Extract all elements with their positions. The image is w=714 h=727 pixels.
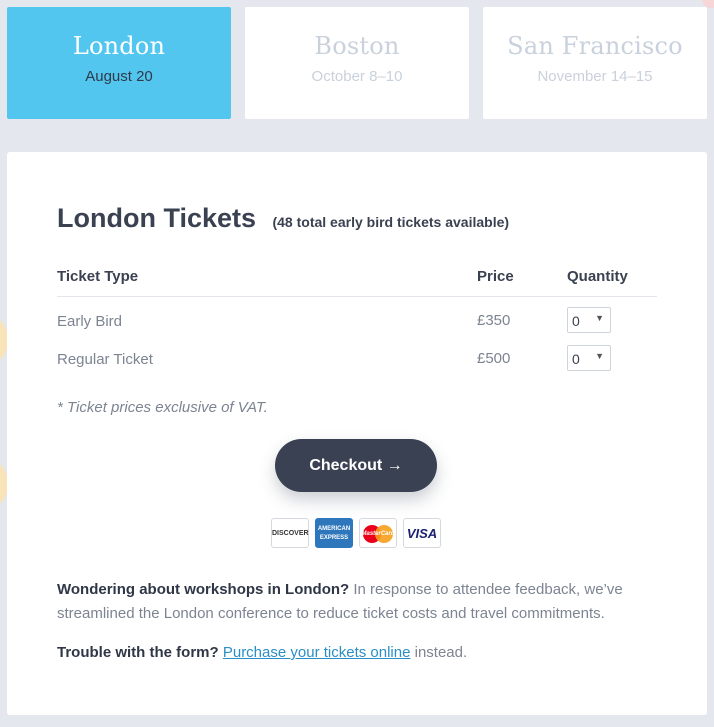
amex-card-icon: AMERICAN EXPRESS xyxy=(315,518,353,548)
column-header-price: Price xyxy=(477,268,514,285)
quantity-select[interactable]: 0 ▼ xyxy=(567,307,611,333)
city-tab-name: San Francisco xyxy=(507,32,683,60)
city-tab-london[interactable]: London August 20 xyxy=(7,7,231,119)
ticket-type: Early Bird xyxy=(57,313,123,330)
city-tab-name: Boston xyxy=(314,32,400,60)
city-tab-date: October 8–10 xyxy=(311,68,403,85)
city-tab-date: November 14–15 xyxy=(537,68,653,85)
vat-note: * Ticket prices exclusive of VAT. xyxy=(57,399,268,416)
discover-card-icon: DISCOVER xyxy=(271,518,309,548)
form-help-suffix: instead. xyxy=(410,644,468,661)
mastercard-icon: MasterCard xyxy=(359,518,397,548)
quantity-value: 0 xyxy=(572,351,580,367)
table-row: Regular Ticket £500 0 ▼ xyxy=(57,335,657,373)
quantity-value: 0 xyxy=(572,313,580,329)
page-title: London Tickets xyxy=(57,203,257,233)
city-tab-san-francisco[interactable]: San Francisco November 14–15 xyxy=(483,7,707,119)
tickets-availability: (48 total early bird tickets available) xyxy=(272,214,510,230)
visa-card-icon: VISA xyxy=(403,518,441,548)
city-tab-date: August 20 xyxy=(85,68,153,85)
city-tab-boston[interactable]: Boston October 8–10 xyxy=(245,7,469,119)
table-row: Early Bird £350 0 ▼ xyxy=(57,297,657,335)
caret-down-icon: ▼ xyxy=(595,351,604,361)
tickets-card: London Tickets (48 total early bird tick… xyxy=(7,152,707,715)
workshops-question: Wondering about workshops in London? xyxy=(57,581,350,598)
table-header: Ticket Type Price Quantity xyxy=(57,268,657,297)
ticket-price: £350 xyxy=(477,312,511,329)
workshops-info: Wondering about workshops in London? In … xyxy=(57,578,657,626)
mastercard-label: MasterCard xyxy=(361,531,395,537)
ticket-type: Regular Ticket xyxy=(57,351,153,368)
city-tab-name: London xyxy=(72,32,166,60)
tickets-heading: London Tickets (48 total early bird tick… xyxy=(57,203,509,234)
form-help: Trouble with the form? Purchase your tic… xyxy=(57,641,657,665)
quantity-select[interactable]: 0 ▼ xyxy=(567,345,611,371)
city-tabs: London August 20 Boston October 8–10 San… xyxy=(7,7,707,119)
column-header-quantity: Quantity xyxy=(567,268,628,285)
caret-down-icon: ▼ xyxy=(595,313,604,323)
ticket-price: £500 xyxy=(477,350,511,367)
column-header-ticket-type: Ticket Type xyxy=(57,268,139,285)
checkout-button[interactable]: Checkout → xyxy=(275,439,437,492)
form-help-question: Trouble with the form? xyxy=(57,644,219,661)
purchase-online-link[interactable]: Purchase your tickets online xyxy=(223,644,411,661)
tickets-table: Ticket Type Price Quantity Early Bird £3… xyxy=(57,268,657,373)
